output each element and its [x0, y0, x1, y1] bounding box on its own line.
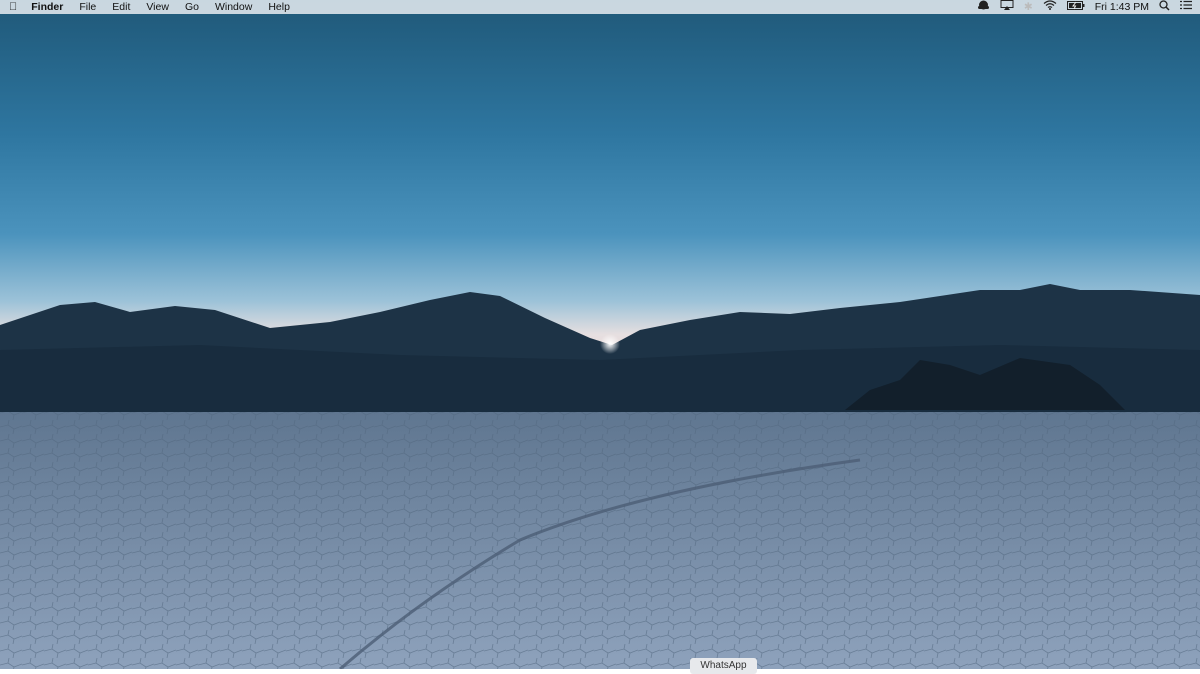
notification-center-icon[interactable] [1180, 0, 1192, 14]
apple-menu-icon[interactable]:  [0, 1, 23, 13]
cloud-icon[interactable] [977, 0, 990, 14]
menu-file[interactable]: File [71, 0, 104, 14]
bluetooth-icon[interactable]: ✱ [1024, 0, 1033, 14]
menu-view[interactable]: View [138, 0, 177, 14]
menu-edit[interactable]: Edit [104, 0, 138, 14]
clock[interactable]: Fri 1:43 PM [1095, 0, 1149, 14]
app-menu-finder[interactable]: Finder [23, 0, 71, 14]
menu-help[interactable]: Help [260, 0, 298, 14]
menu-go[interactable]: Go [177, 0, 207, 14]
menu-bar:  Finder File Edit View Go Window Help ✱… [0, 0, 1200, 14]
dock-tooltip: WhatsApp [690, 658, 757, 674]
wallpaper [0, 0, 1200, 669]
menu-window[interactable]: Window [207, 0, 260, 14]
desktop[interactable] [0, 0, 1200, 669]
battery-charging-icon[interactable] [1067, 0, 1085, 14]
search-icon[interactable] [1159, 0, 1170, 15]
wifi-icon[interactable] [1043, 0, 1057, 14]
airplay-icon[interactable] [1000, 0, 1014, 14]
